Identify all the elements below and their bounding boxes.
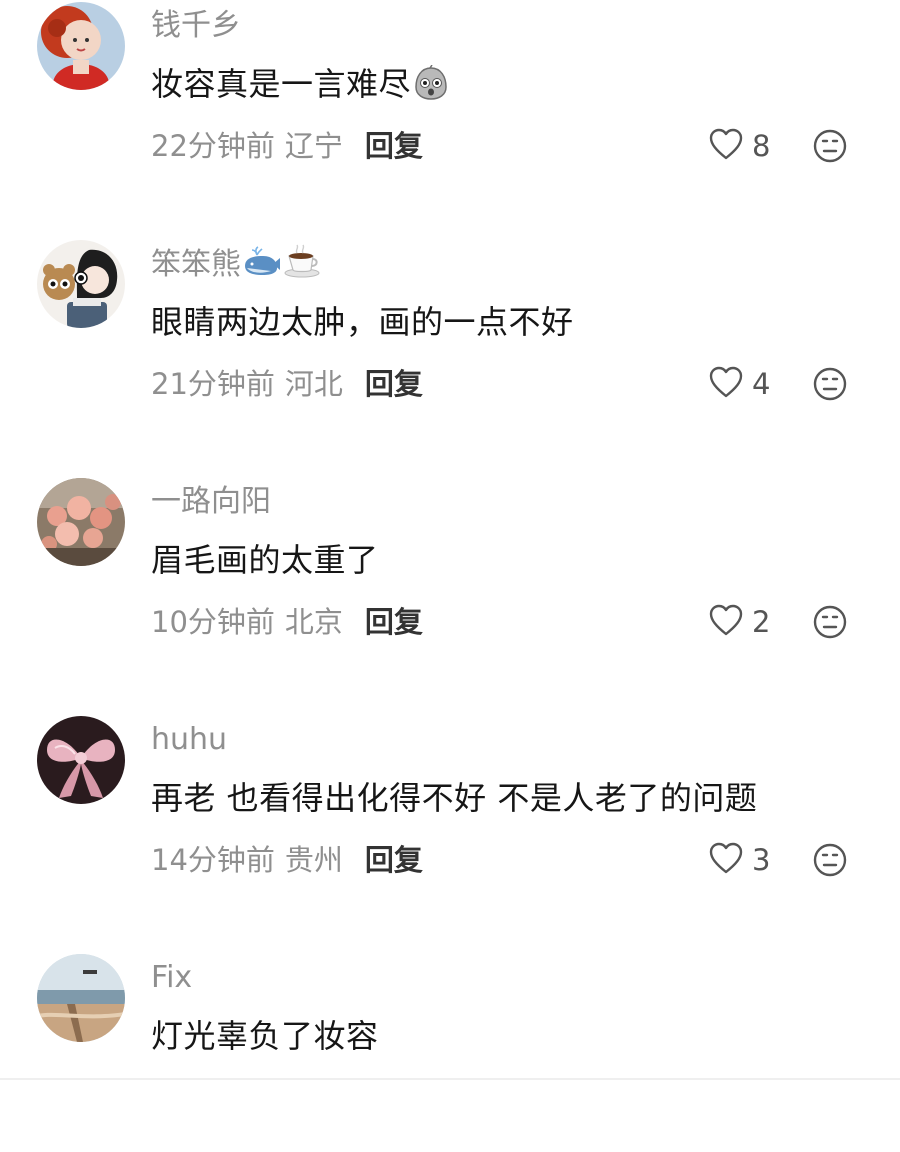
like-button[interactable]: 8	[708, 126, 770, 166]
comment-text: 再老 也看得出化得不好 不是人老了的问题	[151, 779, 758, 817]
comment-text: 眼睛两边太肿，画的一点不好	[151, 303, 574, 341]
dislike-button[interactable]	[812, 128, 848, 164]
comment-location: 河北	[284, 367, 343, 401]
comment-item: huhu 再老 也看得出化得不好 不是人老了的问题 14分钟前 贵州 回复 3	[0, 714, 900, 914]
username[interactable]: 一路向阳	[151, 482, 271, 522]
like-button[interactable]: 4	[708, 364, 770, 404]
username[interactable]: 笨笨熊	[151, 244, 321, 289]
comment-text: 眉毛画的太重了	[151, 541, 379, 579]
comment-text: 妆容真是一言难尽	[151, 64, 449, 110]
neutral-face-icon	[813, 843, 847, 877]
comment-text: 灯光辜负了妆容	[151, 1017, 379, 1055]
username[interactable]: huhu	[151, 720, 227, 760]
heart-outline-icon	[708, 365, 744, 403]
comment-location: 北京	[284, 605, 343, 639]
username[interactable]: Fix	[151, 958, 192, 998]
shocked-face-emoji	[413, 64, 449, 110]
heart-outline-icon	[708, 841, 744, 879]
heart-outline-icon	[708, 127, 744, 165]
reply-button[interactable]: 回复	[365, 605, 423, 639]
comment-location: 贵州	[284, 843, 343, 877]
avatar[interactable]	[37, 478, 125, 566]
avatar[interactable]	[37, 240, 125, 328]
like-count: 8	[752, 129, 771, 163]
neutral-face-icon	[813, 129, 847, 163]
like-button[interactable]: 2	[708, 602, 770, 642]
comment-item: Fix 灯光辜负了妆容	[0, 952, 900, 1152]
like-button[interactable]: 3	[708, 840, 770, 880]
comment-meta: 21分钟前 河北 回复	[151, 364, 423, 404]
dislike-button[interactable]	[812, 366, 848, 402]
heart-outline-icon	[708, 603, 744, 641]
comment-item: 笨笨熊 眼睛两边太肿，画的一点不好 21分钟前 河北 回复 4	[0, 238, 900, 438]
coffee-emoji	[283, 244, 321, 289]
whale-emoji	[243, 246, 281, 289]
dislike-button[interactable]	[812, 842, 848, 878]
like-count: 4	[752, 367, 771, 401]
comment-meta: 14分钟前 贵州 回复	[151, 840, 423, 880]
comment-text-content: 妆容真是一言难尽	[151, 65, 412, 103]
comment-time: 14分钟前	[151, 843, 275, 877]
comment-location: 辽宁	[284, 129, 343, 163]
avatar[interactable]	[37, 954, 125, 1042]
comment-meta: 22分钟前 辽宁 回复	[151, 126, 423, 166]
bottom-divider	[0, 1078, 900, 1080]
avatar[interactable]	[37, 716, 125, 804]
username-text: 笨笨熊	[151, 247, 241, 282]
reply-button[interactable]: 回复	[365, 843, 423, 877]
comment-meta: 10分钟前 北京 回复	[151, 602, 423, 642]
comment-item: 钱千乡 妆容真是一言难尽 22分钟前 辽宁 回复 8	[0, 0, 900, 200]
dislike-button[interactable]	[812, 604, 848, 640]
like-count: 2	[752, 605, 771, 639]
neutral-face-icon	[813, 605, 847, 639]
neutral-face-icon	[813, 367, 847, 401]
username[interactable]: 钱千乡	[151, 6, 241, 46]
comment-time: 22分钟前	[151, 129, 275, 163]
comment-time: 21分钟前	[151, 367, 275, 401]
comment-time: 10分钟前	[151, 605, 275, 639]
like-count: 3	[752, 843, 771, 877]
reply-button[interactable]: 回复	[365, 367, 423, 401]
avatar[interactable]	[37, 2, 125, 90]
comment-item: 一路向阳 眉毛画的太重了 10分钟前 北京 回复 2	[0, 476, 900, 676]
reply-button[interactable]: 回复	[365, 129, 423, 163]
